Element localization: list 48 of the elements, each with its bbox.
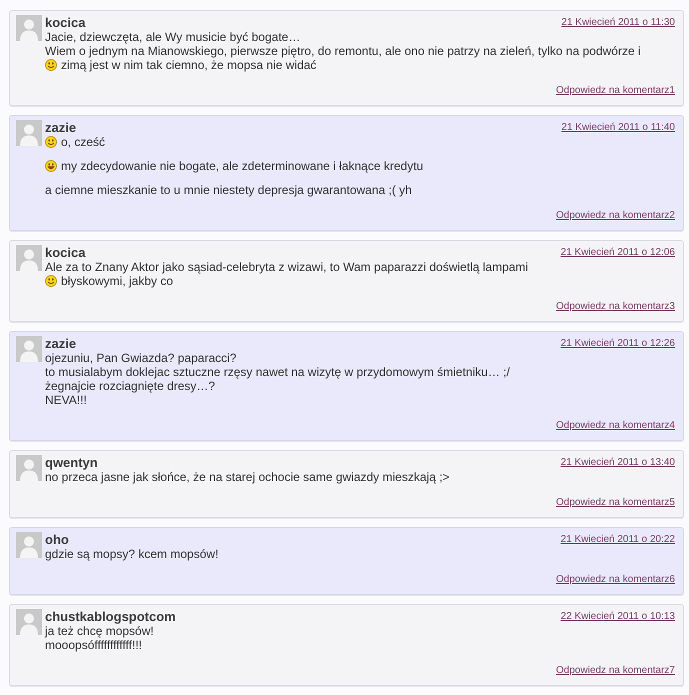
comment-text: Wiem o jednym na Mianowskiego, pierwsze piętro, do remontu, ale ono nie patrzy na zieleń, tylko na podwórze i bbox=[45, 44, 641, 58]
author-name: chustkablogspotcom bbox=[45, 609, 176, 624]
author-name: zazie bbox=[45, 336, 76, 351]
comment-text: żegnajcie rozciagnięte dresy…? bbox=[45, 379, 216, 393]
reply-link[interactable]: Odpowiedz na komentarz3 bbox=[556, 301, 675, 313]
avatar-icon bbox=[16, 120, 42, 146]
comment-text: no przeca jasne jak słońce, że na starej ochocie same gwiazdy mieszkają ;> bbox=[45, 470, 450, 484]
comment-date-link[interactable]: 21 Kwiecień 2011 o 20:22 bbox=[560, 534, 675, 546]
reply-link[interactable]: Odpowiedz na komentarz6 bbox=[556, 574, 675, 586]
comment-text: a ciemne mieszkanie to u mnie niestety depresja gwarantowana ;( yh bbox=[45, 183, 412, 197]
comment-date-link[interactable]: 21 Kwiecień 2011 o 12:26 bbox=[560, 338, 675, 350]
comment-date-link[interactable]: 21 Kwiecień 2011 o 13:40 bbox=[560, 457, 675, 469]
author-name: zazie bbox=[45, 120, 76, 135]
avatar-icon bbox=[16, 532, 42, 558]
reply-link[interactable]: Odpowiedz na komentarz2 bbox=[556, 210, 675, 222]
comment-text: błyskowymi, jakby co bbox=[61, 274, 174, 288]
author-name: kocica bbox=[45, 15, 86, 30]
comment-date-link[interactable]: 21 Kwiecień 2011 o 12:06 bbox=[560, 247, 675, 259]
avatar-icon bbox=[16, 455, 42, 481]
avatar-icon bbox=[16, 336, 42, 362]
comment-text: to musialabym doklejac sztuczne rzęsy nawet na wizytę w przydomowym śmietniku… ;/ bbox=[45, 365, 510, 379]
reply-link[interactable]: Odpowiedz na komentarz5 bbox=[556, 497, 675, 509]
comment-date-link[interactable]: 21 Kwiecień 2011 o 11:40 bbox=[561, 122, 675, 134]
smiley-icon bbox=[45, 275, 57, 287]
avatar-icon bbox=[16, 245, 42, 271]
smiley-icon bbox=[45, 59, 57, 71]
reply-link[interactable]: Odpowiedz na komentarz4 bbox=[556, 420, 675, 432]
comment-text: zimą jest w nim tak ciemno, że mopsa nie widać bbox=[61, 58, 316, 72]
author-name: qwentyn bbox=[45, 455, 98, 470]
reply-link[interactable]: Odpowiedz na komentarz1 bbox=[556, 85, 675, 97]
comment-text: Ale za to Znany Aktor jako sąsiad-celebryta z wizawi, to Wam paparazzi doświetlą lampami bbox=[45, 260, 528, 274]
smiley-icon bbox=[45, 136, 57, 148]
comment-date-link[interactable]: 21 Kwiecień 2011 o 11:30 bbox=[561, 17, 675, 29]
comment-date-link[interactable]: 22 Kwiecień 2011 o 10:13 bbox=[560, 611, 675, 623]
laughing-face-icon bbox=[45, 160, 57, 172]
author-name: oho bbox=[45, 532, 69, 547]
author-name: kocica bbox=[45, 245, 86, 260]
comment-text: NEVA!!! bbox=[45, 393, 87, 407]
comment-text: ojezuniu, Pan Gwiazda? paparacci? bbox=[45, 351, 236, 365]
comment-text: ja też chcę mopsów! bbox=[45, 624, 154, 638]
comment-text: my zdecydowanie nie bogate, ale zdeterminowane i łaknące kredytu bbox=[61, 159, 424, 173]
comment-text: mooopsóffffffffffff!!! bbox=[45, 638, 142, 652]
reply-link[interactable]: Odpowiedz na komentarz7 bbox=[556, 665, 675, 677]
comment-text: o, cześć bbox=[61, 135, 106, 149]
avatar-icon bbox=[16, 609, 42, 635]
comment-text: Jacie, dziewczęta, ale Wy musicie być bogate… bbox=[45, 30, 300, 44]
comment-text: gdzie są mopsy? kcem mopsów! bbox=[45, 547, 218, 561]
avatar-icon bbox=[16, 15, 42, 41]
